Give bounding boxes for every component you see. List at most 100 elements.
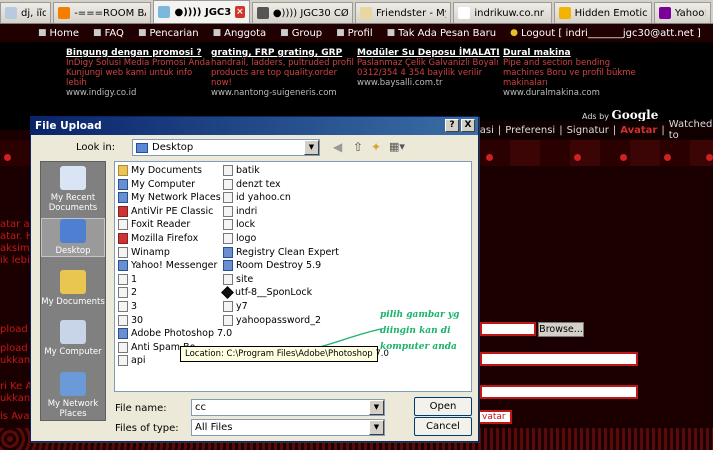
file-list-item[interactable]: Yahoo! Messenger: [118, 260, 217, 272]
places-item[interactable]: Desktop: [41, 218, 105, 257]
avatar-button[interactable]: vatar: [478, 410, 512, 424]
location-tooltip: Location: C:\Program Files\Adobe\Photosh…: [180, 346, 389, 362]
nav-item[interactable]: ■ Pencarian: [138, 28, 199, 39]
profile-tab[interactable]: Avatar: [620, 125, 657, 136]
file-list-item[interactable]: id yahoo.cn: [223, 192, 291, 204]
new-folder-icon[interactable]: ✦: [371, 140, 381, 154]
ads-by-google[interactable]: Ads by Google: [582, 108, 658, 122]
ad-title[interactable]: Bingung dengan promosi ?: [66, 48, 211, 58]
file-list-item[interactable]: utf-8__SponLock: [221, 286, 312, 300]
background-text-fragment: atar a: [0, 219, 30, 230]
file-list-item[interactable]: Room Destroy 5.9: [223, 260, 321, 272]
close-tab-icon[interactable]: ×: [234, 6, 245, 18]
browser-tab[interactable]: Hidden Emotico...: [553, 2, 652, 23]
wordpress-icon: [256, 7, 269, 19]
file-list-item[interactable]: yahoopassword_2: [223, 314, 321, 326]
file-name: 30: [131, 314, 144, 326]
places-item[interactable]: My Computer: [41, 320, 105, 357]
nav-item[interactable]: ■ Tak Ada Pesan Baru: [387, 28, 497, 39]
places-item[interactable]: My Network Places: [41, 372, 105, 419]
ad-body: Pipe and section bending machines Boru v…: [503, 58, 636, 88]
back-icon[interactable]: ◀: [333, 140, 342, 154]
places-item[interactable]: My Recent Documents: [41, 166, 105, 213]
places-item[interactable]: My Documents: [41, 270, 105, 307]
chevron-down-icon[interactable]: ▼: [369, 400, 384, 415]
background-text-fragment: atar. H: [0, 231, 34, 242]
browser-tab[interactable]: ●)))) JGC3...×: [153, 0, 250, 23]
chevron-down-icon[interactable]: ▼: [304, 140, 319, 155]
ad-unit[interactable]: Modüler Su Deposu İMALATI Paslanmaz Çelik…: [357, 48, 502, 88]
help-button[interactable]: ?: [445, 119, 459, 132]
logout-icon: ●: [510, 28, 518, 38]
look-in-select[interactable]: Desktop ▼: [132, 139, 320, 156]
places-bar: My Recent Documents Desktop My Documents My…: [40, 161, 106, 421]
file-list-item[interactable]: Winamp: [118, 246, 170, 258]
file-list-item[interactable]: Registry Clean Expert: [223, 246, 339, 258]
cancel-button[interactable]: Cancel: [414, 417, 472, 436]
dialog-title: File Upload: [35, 120, 102, 132]
file-list-item[interactable]: 3: [118, 301, 137, 312]
file-list-item[interactable]: 2: [118, 287, 137, 299]
decor-dot: [4, 154, 11, 161]
separator: |: [661, 124, 665, 136]
ad-unit[interactable]: Bingung dengan promosi ? InDigy Solusi Me…: [66, 48, 211, 98]
file-name: 3: [131, 301, 138, 312]
dialog-title-bar[interactable]: File Upload ? X: [31, 117, 478, 135]
ad-title[interactable]: grating, FRP grating, GRP: [211, 48, 356, 58]
browse-button[interactable]: Browse...: [538, 322, 584, 337]
file-list-item[interactable]: batik: [223, 165, 260, 176]
nav-item[interactable]: ■ Home: [38, 28, 79, 39]
file-list-item[interactable]: indri: [223, 205, 257, 217]
file-list-item[interactable]: My Computer: [118, 178, 195, 190]
file-name-label: File name:: [115, 403, 167, 414]
chevron-down-icon[interactable]: ▼: [369, 420, 384, 435]
browser-tab[interactable]: indrikuw.co.nr: [453, 2, 552, 23]
file-list-item[interactable]: site: [223, 273, 253, 285]
file-list-item[interactable]: lock: [223, 219, 255, 231]
nav-item[interactable]: ■ Anggota: [213, 28, 267, 39]
file-list-item[interactable]: Foxit Reader: [118, 219, 190, 231]
file-list-item[interactable]: 30: [118, 314, 144, 326]
profile-tab[interactable]: Watched to: [669, 119, 713, 141]
browser-tab[interactable]: Yahoo! M: [653, 2, 711, 23]
ad-title[interactable]: Dural makina: [503, 48, 648, 58]
avatar-url-field[interactable]: [480, 352, 638, 366]
places-item-label: My Documents: [41, 297, 105, 307]
browser-tab[interactable]: dj, iĩdri. ĩ...: [0, 2, 52, 23]
file-list-item[interactable]: Mozilla Firefox: [118, 233, 198, 244]
browser-tab[interactable]: -===ROOM BAL...: [53, 2, 152, 23]
file-type-select[interactable]: All Files ▼: [191, 419, 385, 436]
file-list-item[interactable]: denzt tex: [223, 178, 281, 190]
file-list-item[interactable]: api: [118, 355, 146, 367]
remote-avatar-field[interactable]: [480, 385, 638, 399]
file-list-item[interactable]: logo: [223, 233, 256, 244]
network-places-icon: [60, 372, 86, 396]
file-list-item[interactable]: Adobe Photoshop 7.0: [118, 328, 232, 340]
profile-tab[interactable]: Signatur: [567, 125, 609, 136]
nav-item[interactable]: ■ FAQ: [93, 28, 124, 39]
browser-tab[interactable]: ●)))) JGC30 CØ...: [251, 2, 354, 23]
nav-item[interactable]: ■ Group: [280, 28, 322, 39]
close-button[interactable]: X: [461, 119, 475, 132]
file-name-input[interactable]: cc ▼: [191, 399, 385, 416]
open-button[interactable]: Open: [414, 397, 472, 416]
ad-title[interactable]: Modüler Su Deposu İMALATI: [357, 48, 502, 58]
file-list-item[interactable]: y7: [223, 301, 248, 312]
decor-dot: [620, 154, 627, 161]
browser-tab[interactable]: Friendster - My...: [355, 2, 452, 23]
file-list-item[interactable]: My Network Places: [118, 192, 221, 204]
file-icon: [223, 301, 233, 312]
profile-tab[interactable]: Preferensi: [505, 125, 555, 136]
logout-link[interactable]: ● Logout [ indri_______jgc30@att.net ]: [510, 28, 701, 39]
view-menu-icon[interactable]: ▦▾: [389, 140, 405, 153]
up-folder-icon[interactable]: ⇧: [353, 140, 363, 154]
nav-item[interactable]: ■ Profil: [336, 28, 372, 39]
file-list-item[interactable]: My Documents: [118, 165, 202, 176]
ad-unit[interactable]: grating, FRP grating, GRP handrail, ladde…: [211, 48, 356, 98]
upload-path-field[interactable]: [480, 322, 536, 336]
file-list-item[interactable]: AntiVir PE Classic: [118, 205, 213, 217]
page-icon: [158, 6, 171, 18]
file-list-item[interactable]: 1: [118, 273, 137, 285]
file-icon: [118, 341, 128, 353]
ad-unit[interactable]: Dural makina Pipe and section bending mac…: [503, 48, 648, 98]
